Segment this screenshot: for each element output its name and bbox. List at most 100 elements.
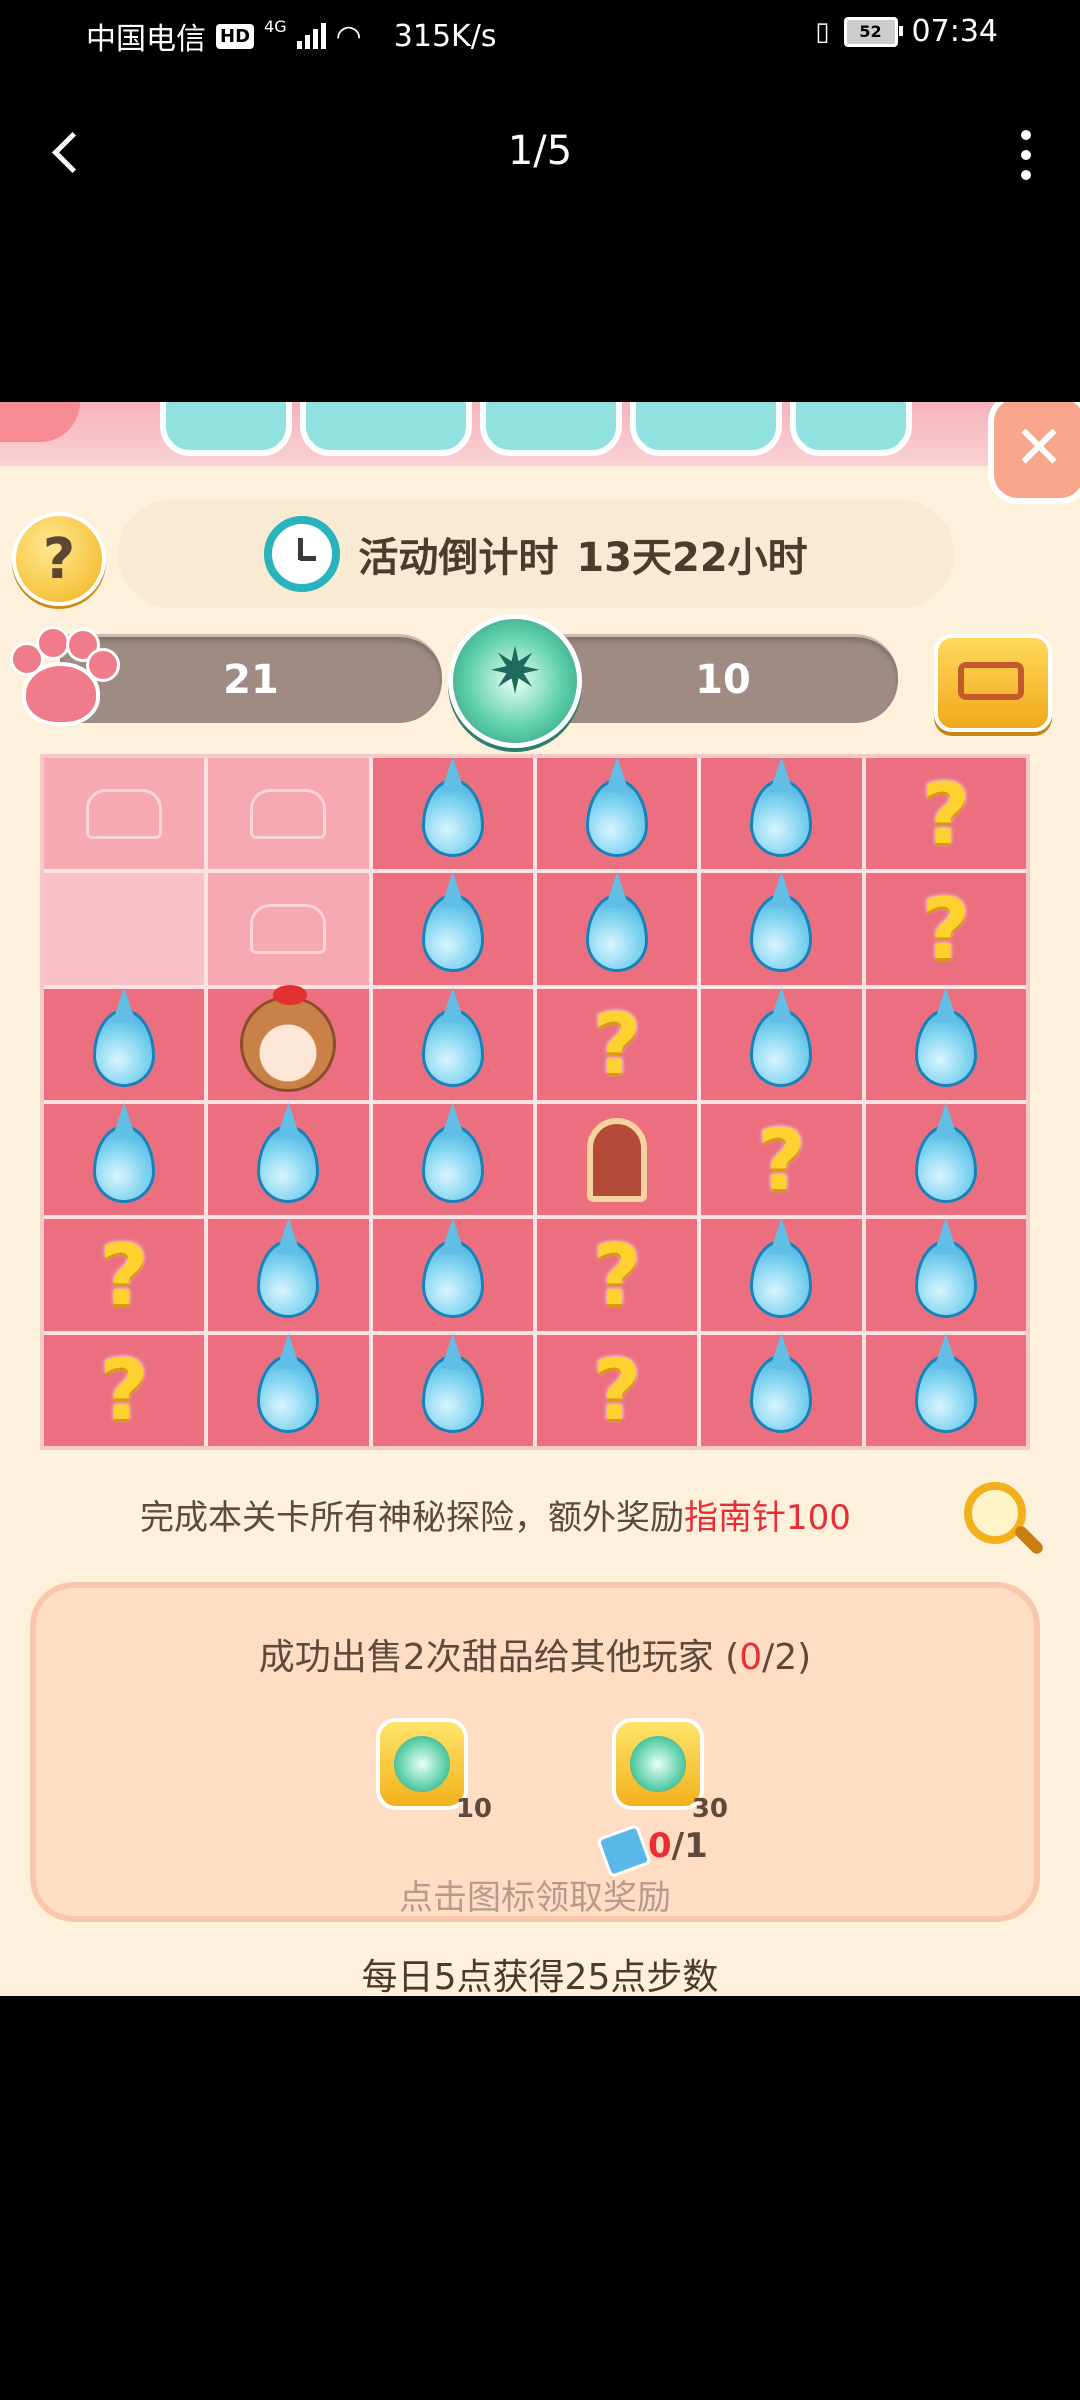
reward-compass-1[interactable]: 10 — [376, 1718, 492, 1824]
mystery-question-icon: ? — [592, 995, 642, 1094]
grid-cell[interactable] — [372, 873, 533, 985]
grid-cell[interactable] — [208, 985, 369, 1100]
door-icon — [587, 1117, 648, 1202]
exploration-grid: ???????? — [40, 754, 1030, 1450]
carrier-name: 中国电信 — [86, 22, 206, 57]
grid-cell[interactable] — [44, 1104, 205, 1216]
signal-icon — [296, 23, 326, 49]
banner-letter — [630, 402, 782, 456]
task-panel: 成功出售2次甜品给其他玩家 (0/2) 10 30 0/1 点击图标领取奖励 — [30, 1582, 1040, 1922]
water-drop-icon — [93, 1124, 156, 1203]
grid-cell[interactable] — [372, 758, 533, 870]
steps-value: 21 — [223, 657, 279, 703]
grid-cell[interactable] — [208, 1104, 369, 1216]
banner-letter — [300, 402, 472, 456]
tip-highlight: 指南针100 — [684, 1498, 851, 1538]
status-left: 中国电信 HD 4G ◠ 315K/s — [86, 14, 496, 58]
grid-cell[interactable] — [701, 988, 862, 1100]
grid-cell[interactable]: ? — [44, 1219, 205, 1331]
water-drop-icon — [421, 1239, 484, 1318]
grid-cell[interactable] — [701, 1219, 862, 1331]
countdown-banner: 活动倒计时 13天22小时 — [118, 500, 954, 608]
more-options-button[interactable] — [1006, 130, 1046, 180]
banner-letter — [480, 402, 622, 456]
water-drop-icon — [93, 1009, 156, 1088]
task-progress-current: 0 — [739, 1637, 763, 1678]
magnifier-icon[interactable] — [964, 1482, 1026, 1544]
banner-corner — [0, 402, 80, 442]
mystery-question-icon: ? — [757, 1110, 806, 1209]
grid-cell[interactable] — [536, 873, 698, 985]
page-indicator: 1/5 — [507, 128, 573, 174]
water-drop-icon — [750, 1355, 813, 1434]
compass-value: 10 — [695, 657, 751, 703]
grid-cell[interactable] — [865, 1334, 1026, 1446]
battery-icon: 52 — [843, 16, 903, 47]
explored-cell[interactable] — [44, 873, 205, 985]
water-drop-icon — [421, 1009, 484, 1088]
water-drop-icon — [586, 778, 649, 857]
close-button[interactable]: ✕ — [988, 402, 1080, 504]
grid-cell[interactable] — [865, 1104, 1026, 1216]
grid-cell[interactable] — [865, 1219, 1026, 1331]
mystery-question-icon: ? — [99, 1341, 149, 1440]
grid-cell[interactable] — [372, 1219, 533, 1331]
grid-cell[interactable]: ? — [865, 758, 1026, 870]
water-drop-icon — [914, 1355, 977, 1434]
task-title-suffix: /2) — [762, 1637, 812, 1678]
vibrate-icon: ▯ — [815, 16, 830, 47]
water-drop-icon — [421, 1355, 484, 1434]
clock-time: 07:34 — [911, 14, 998, 49]
explored-cell[interactable] — [208, 758, 369, 870]
steps-counter: 21 — [60, 634, 442, 723]
compass-icon — [448, 614, 582, 748]
grid-cell[interactable] — [208, 1334, 369, 1446]
grid-cell[interactable]: ? — [701, 1104, 862, 1216]
shop-cart-button[interactable] — [934, 634, 1052, 732]
mystery-question-icon: ? — [99, 1225, 149, 1324]
help-button[interactable]: ? — [12, 512, 106, 606]
grid-cell[interactable] — [701, 1334, 862, 1446]
grid-cell[interactable] — [208, 1219, 369, 1331]
treasure-chest-icon — [250, 903, 327, 954]
grid-cell[interactable] — [536, 1104, 698, 1216]
grid-cell[interactable]: ? — [865, 873, 1026, 985]
water-drop-icon — [586, 893, 649, 972]
grid-cell[interactable]: ? — [536, 1334, 698, 1446]
water-drop-icon — [750, 893, 813, 972]
hd-badge: HD — [216, 23, 255, 49]
grid-cell[interactable] — [372, 988, 533, 1100]
grid-cell[interactable] — [701, 873, 862, 985]
grid-cell[interactable] — [536, 758, 698, 870]
title-banner — [0, 402, 1080, 466]
network-speed: 315K/s — [393, 18, 497, 54]
grid-cell[interactable]: ? — [536, 988, 698, 1100]
grid-cell[interactable] — [865, 988, 1026, 1100]
explored-cell[interactable] — [44, 758, 205, 870]
bonus-tip: 完成本关卡所有神秘探险，额外奖励指南针100 — [140, 1490, 851, 1539]
grid-cell[interactable] — [372, 1104, 533, 1216]
alarm-clock-icon — [264, 516, 341, 592]
water-drop-icon — [257, 1239, 320, 1318]
water-drop-icon — [914, 1239, 977, 1318]
compass-reward-icon — [376, 1718, 468, 1810]
wifi-icon: ◠ — [335, 18, 362, 54]
explored-cell[interactable] — [208, 873, 369, 985]
grid-cell[interactable] — [701, 758, 862, 870]
reward-compass-2[interactable]: 30 — [612, 1718, 728, 1824]
grid-cell[interactable] — [44, 988, 205, 1100]
countdown-value: 13天22小时 — [576, 535, 808, 581]
ticket-progress: 0/1 — [648, 1826, 708, 1866]
banner-letter — [790, 402, 912, 456]
grid-cell[interactable]: ? — [536, 1219, 698, 1331]
viewer-toolbar: 1/5 — [0, 110, 1080, 200]
grid-cell[interactable] — [372, 1334, 533, 1446]
status-right: ▯ 52 07:34 — [815, 14, 998, 49]
task-title: 成功出售2次甜品给其他玩家 (0/2) — [36, 1628, 1034, 1680]
water-drop-icon — [257, 1124, 320, 1203]
water-drop-icon — [257, 1355, 320, 1434]
grid-cell[interactable]: ? — [44, 1334, 205, 1446]
daily-steps-note: 每日5点获得25点步数 — [361, 1957, 719, 1996]
ticket-current: 0 — [648, 1826, 672, 1866]
compass-counter: 10 — [548, 634, 898, 723]
